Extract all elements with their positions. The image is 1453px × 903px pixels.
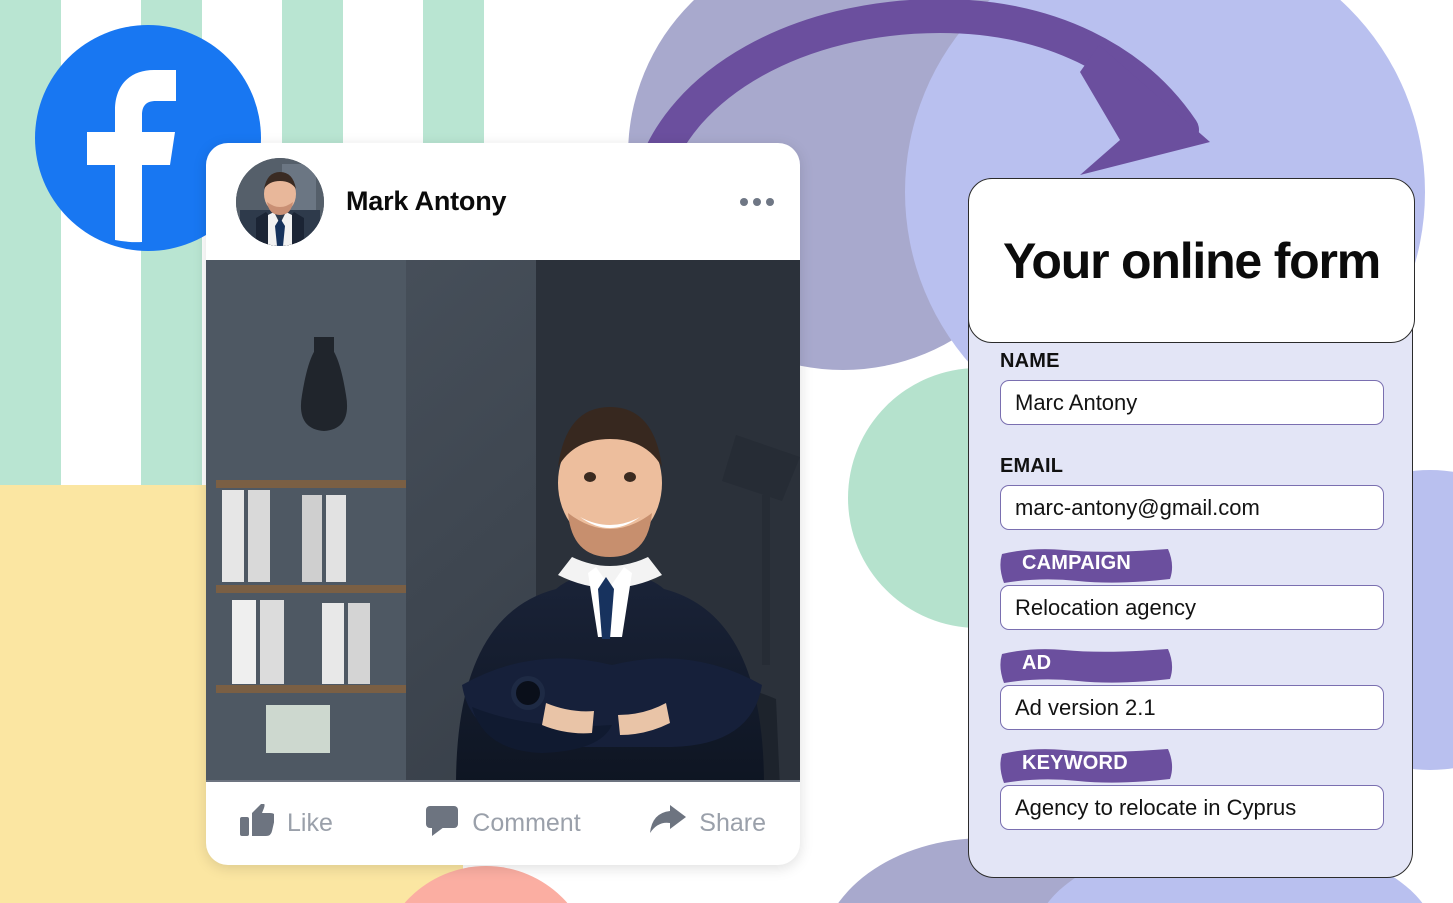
email-label: EMAIL (1000, 455, 1064, 477)
post-action-bar: Like Comment Share (206, 780, 800, 865)
campaign-input[interactable]: Relocation agency (1000, 585, 1384, 630)
share-label: Share (699, 809, 766, 837)
post-author-name: Mark Antony (346, 186, 507, 216)
form-header: Your online form (968, 178, 1415, 343)
comment-label: Comment (472, 809, 581, 837)
comment-bubble-icon (425, 804, 459, 843)
ad-label: AD (1000, 649, 1173, 683)
post-header: Mark Antony (206, 143, 800, 260)
like-button[interactable]: Like (240, 803, 415, 843)
facebook-post-card: Mark Antony Like Comment Share (206, 143, 800, 865)
post-photo[interactable] (206, 260, 800, 780)
name-input[interactable]: Marc Antony (1000, 380, 1384, 425)
form-field-name: NAME Marc Antony (1000, 350, 1384, 425)
more-options-icon[interactable] (740, 197, 774, 206)
like-label: Like (287, 809, 333, 837)
form-title: Your online form (1002, 232, 1381, 289)
form-fields: NAME Marc Antony EMAIL marc-antony@gmail… (968, 343, 1413, 878)
form-field-email: EMAIL marc-antony@gmail.com (1000, 455, 1384, 530)
keyword-label: KEYWORD (1000, 749, 1173, 783)
share-arrow-icon (648, 805, 687, 842)
avatar[interactable] (236, 157, 324, 246)
ad-input[interactable]: Ad version 2.1 (1000, 685, 1384, 730)
email-input[interactable]: marc-antony@gmail.com (1000, 485, 1384, 530)
form-field-keyword: KEYWORD Agency to relocate in Cyprus (1000, 749, 1384, 830)
keyword-input[interactable]: Agency to relocate in Cyprus (1000, 785, 1384, 830)
share-button[interactable]: Share (591, 805, 766, 842)
campaign-label: CAMPAIGN (1000, 549, 1173, 583)
form-field-ad: AD Ad version 2.1 (1000, 649, 1384, 730)
form-field-campaign: CAMPAIGN Relocation agency (1000, 549, 1384, 630)
name-label: NAME (1000, 350, 1060, 372)
canvas: Mark Antony Like Comment Share Your onli… (0, 0, 1453, 903)
thumbs-up-icon (240, 803, 276, 843)
comment-button[interactable]: Comment (415, 804, 590, 843)
